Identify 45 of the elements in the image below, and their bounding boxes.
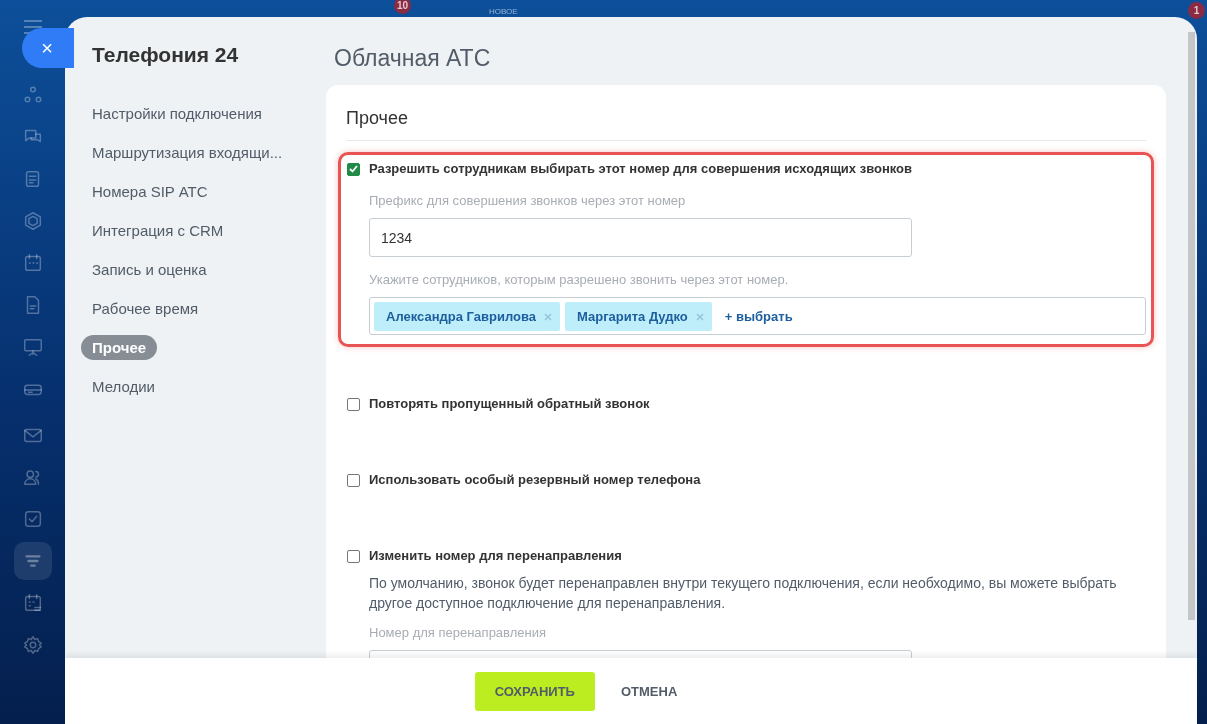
user-name: Александра Гаврилова (386, 308, 536, 324)
checkbox-label: Повторять пропущенный обратный звонок (369, 395, 650, 413)
nav-item[interactable]: Номера SIP АТС (81, 179, 219, 204)
cancel-button[interactable]: ОТМЕНА (600, 671, 698, 711)
nav-item[interactable]: Интеграция с CRM (81, 218, 235, 243)
calendar-list-icon (22, 592, 44, 614)
save-button[interactable]: СОХРАНИТЬ (474, 671, 595, 711)
counter-badge: 1 (1188, 2, 1205, 19)
panel-title: Телефония 24 (91, 42, 240, 68)
checkbox[interactable] (347, 397, 360, 411)
nav-item[interactable]: Рабочее время (81, 296, 210, 321)
scrollbar[interactable] (1188, 32, 1195, 620)
nav-item[interactable]: Мелодии (81, 374, 166, 399)
nodes-icon (22, 84, 44, 106)
checkbox[interactable] (347, 162, 360, 176)
description-text: По умолчанию, звонок будет перенаправлен внутри текущего подключения, если необходимо, вы можете выбрать другое доступное подключение для перенаправления. (369, 574, 1118, 613)
field-label: Префикс для совершения звонков через этот номер (369, 193, 687, 209)
user-select-field[interactable]: Александра Гаврилова Маргарита Дудко + выбрать (369, 297, 1146, 335)
user-name: Маргарита Дудко (577, 308, 688, 324)
rail-item[interactable] (14, 542, 52, 580)
counter-badge: 10 (394, 0, 412, 14)
presentation-icon (22, 336, 44, 358)
select-link[interactable]: + выбрать (724, 308, 793, 324)
user-tag[interactable]: Маргарита Дудко (565, 301, 712, 331)
checkbox-icon (22, 508, 44, 530)
nav-item[interactable]: Запись и оценка (81, 257, 218, 282)
close-button[interactable]: × (22, 28, 74, 68)
user-tag[interactable]: Александра Гаврилова (374, 301, 560, 331)
field-label: Номер для перенаправления (369, 625, 547, 641)
nav-item[interactable]: Маршрутизация входящи... (81, 140, 294, 165)
calendar-icon (22, 252, 44, 274)
nav-item[interactable]: Прочее (81, 335, 158, 360)
checkbox-label: Использовать особый резервный номер телефона (369, 471, 701, 489)
hexagon-icon (22, 210, 44, 232)
checkbox[interactable] (347, 549, 360, 563)
nav-item[interactable]: Настройки подключения (81, 101, 273, 126)
section-title: Прочее (346, 107, 1146, 141)
input-field[interactable]: 1234 (369, 218, 912, 257)
checkbox[interactable] (347, 473, 360, 487)
field-label: Укажите сотрудников, которым разрешено звонить через этот номер. (369, 272, 790, 288)
checkbox-label: Изменить номер для перенаправления (369, 547, 622, 565)
page-title: Облачная АТС (334, 44, 492, 72)
settings-icon (22, 634, 44, 656)
notice-label: НОВОЕ (489, 7, 518, 16)
checkbox-label: Разрешить сотрудникам выбирать этот номер для совершения исходящих звонков (369, 160, 913, 178)
